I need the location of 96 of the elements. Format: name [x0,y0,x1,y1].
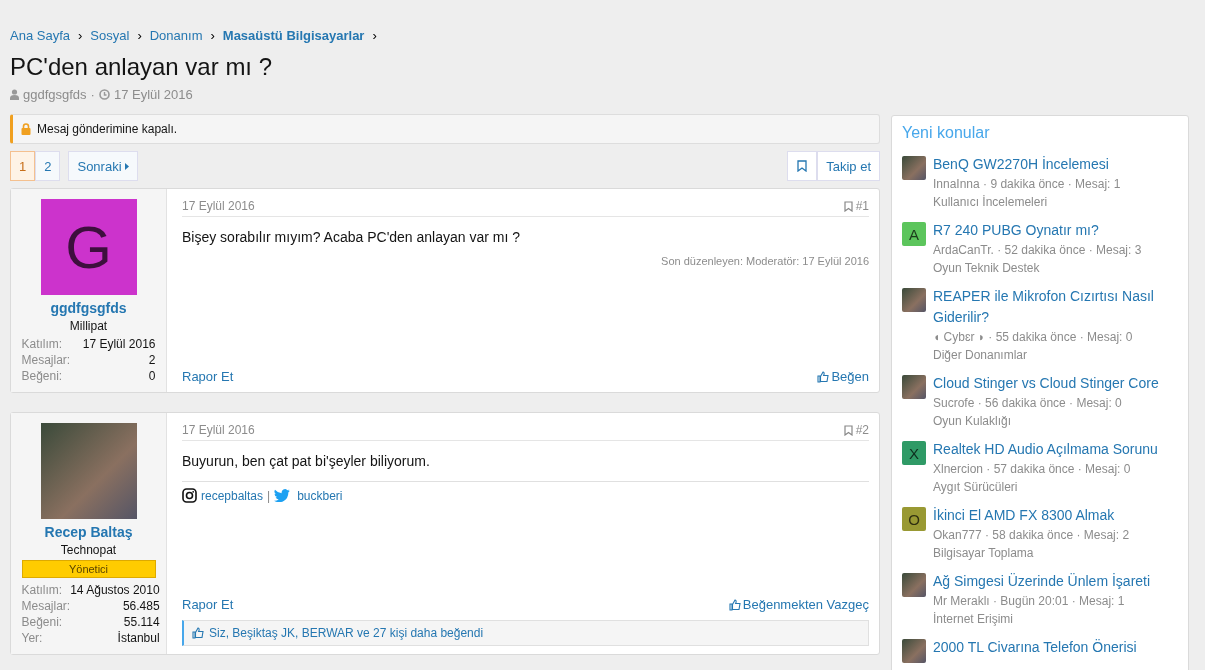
username-link[interactable]: Recep Baltaş [44,524,133,540]
signature-separator: | [267,488,271,503]
stat-value: İstanbul [116,630,160,646]
letter-avatar: G [40,199,137,295]
thread-meta: Sucrofe · 56 dakika önce · Mesaj: 0 [933,395,1123,412]
photo-placeholder [902,639,926,663]
likes-summary-link[interactable]: Siz, Beşiktaş JK, BERWAR ve 27 kişi daha beğendi [209,626,484,640]
bird-icon [274,489,291,502]
letter-avatar: O [902,507,926,531]
stat-label: Beğeni: [21,614,64,630]
thumbs-up-icon [817,370,830,383]
breadcrumb-separator: › [372,27,377,43]
stat-value: 55.114 [122,614,160,630]
stat-label: Katılım: [21,336,64,352]
like-link[interactable]: Beğenmekten Vazgeç [728,597,869,612]
thread-meta: Xlnercion · 57 dakika önce · Mesaj: 0 [933,461,1132,478]
stat-value: 56.485 [121,598,160,614]
next-button[interactable]: Sonraki [68,151,138,181]
breadcrumb-separator: › [210,27,215,43]
forum-name: Kullanıcı İncelemeleri [933,194,1049,211]
stat-value: 2 [147,352,156,368]
thread-link[interactable]: R7 240 PUBG Oynatır mı? [933,220,1142,241]
notice-text: Mesaj gönderimine kapalı. [37,122,178,136]
post-text: Buyurun, ben çat pat bi'şeyler biliyorum. [182,453,431,469]
forum-name: Oyun Teknik Destek [933,260,1041,277]
stat-value: 14 Ağustos 2010 [70,582,160,598]
instagram-icon [182,488,197,503]
forum-name: Diğer Donanımlar [933,347,1029,364]
report-link[interactable]: Rapor Et [182,597,234,612]
thread-link[interactable]: Realtek HD Audio Açılmama Sorunu [933,439,1158,460]
post-text: Bişey sorabılır mıyım? Acaba PC'den anlayan var mı ? [182,229,522,245]
thread-link[interactable]: BenQ GW2270H İncelemesi [933,154,1121,175]
thread-meta: ArdaCanTr. · 52 dakika önce · Mesaj: 3 [933,242,1142,259]
stat-label: Yer: [21,630,44,646]
author-link[interactable]: ggdfgsgfds [23,87,87,102]
post-date: 17 Eylül 2016 [182,199,255,213]
forum-name: İnternet Erişimi [933,611,1015,628]
user-title: Millipat [69,319,108,333]
bookmark-button[interactable] [787,151,818,181]
thumbs-up-icon [728,598,741,611]
breadcrumb-link[interactable]: Masaüstü Bilgisayarlar [222,27,365,43]
forum-name: Aygıt Sürücüleri [933,479,1019,496]
stat-label: Mesajlar: [21,352,72,368]
photo-placeholder [902,288,926,312]
thread-meta: ◖ Cybɛr ◗ · 55 dakika önce · Mesaj: 0 [933,329,1134,346]
like-link[interactable]: Beğen [817,369,869,384]
thread-link[interactable]: 2000 TL Civarına Telefon Önerisi [933,637,1137,658]
thread-meta: Okan777 · 58 dakika önce · Mesaj: 2 [933,527,1130,544]
stat-label: Mesajlar: [21,598,71,614]
photo-placeholder [902,156,926,180]
post-date: 17 Eylül 2016 [182,423,255,437]
instagram-link[interactable]: recepbaltas [201,488,264,503]
stat-value: 17 Eylül 2016 [81,336,156,352]
thread-date: 17 Eylül 2016 [113,87,193,102]
photo-placeholder [902,573,926,597]
bookmark-icon [843,200,853,212]
thread-title: PC'den anlayan var mı ? [10,53,274,81]
thread-meta: Mr Meraklı · Bugün 20:01 · Mesaj: 1 [933,593,1126,610]
role-badge: Yönetici [21,560,156,578]
thread-link[interactable]: REAPER ile Mikrofon Cızırtısı Nasıl Giderilir? [933,286,1178,328]
letter-avatar: X [902,441,926,465]
thread-meta: InnaInna · 9 dakika önce · Mesaj: 1 [933,176,1121,193]
forum-name: Oyun Kulaklığı [933,413,1013,430]
user-icon [10,89,19,100]
thread-link[interactable]: Ağ Simgesi Üzerinde Ünlem İşareti [933,571,1151,592]
user-title: Technopat [60,543,117,557]
page-button[interactable]: 2 [35,151,61,181]
post-number-link[interactable]: #2 [843,423,869,437]
twitter-link[interactable]: buckberi [297,488,343,503]
breadcrumb-link[interactable]: Donanım [149,27,203,43]
caret-icon [124,162,129,170]
forum-name: Bilgisayar Toplama [933,545,1035,562]
username-link[interactable]: ggdfgsgfds [50,300,127,316]
clock-icon [98,89,110,100]
breadcrumb-separator: › [78,27,83,43]
page-button[interactable]: 1 [10,151,36,181]
report-link[interactable]: Rapor Et [182,369,234,384]
letter-avatar: A [902,222,926,246]
stat-value: 0 [147,368,156,384]
edited-note: Son düzenleyen: Moderatör: 17 Eylül 2016 [660,255,869,267]
stat-label: Katılım: [21,582,64,598]
stat-label: Beğeni: [21,368,64,384]
lock-icon [21,123,31,135]
thumbs-up-icon [192,627,204,639]
photo-placeholder [902,375,926,399]
follow-button[interactable]: Takip et [817,151,880,181]
post-number-link[interactable]: #1 [843,199,869,213]
thread-link[interactable]: İkinci El AMD FX 8300 Almak [933,505,1130,526]
breadcrumb-link[interactable]: Sosyal [90,27,130,43]
meta-separator: · [90,87,95,102]
thread-link[interactable]: Cloud Stinger vs Cloud Stinger Core [933,373,1159,394]
bookmark-icon [843,424,853,436]
bookmark-icon [797,160,808,172]
sidebar-title: Yeni konular [902,124,991,142]
breadcrumb-link[interactable]: Ana Sayfa [10,27,70,43]
breadcrumb-separator: › [137,27,142,43]
